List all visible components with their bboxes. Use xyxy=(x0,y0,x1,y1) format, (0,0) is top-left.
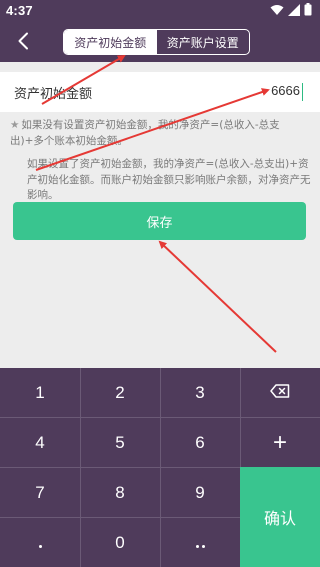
key-6[interactable]: 6 xyxy=(160,418,240,467)
key-0[interactable]: 0 xyxy=(80,518,160,567)
battery-icon xyxy=(304,3,312,16)
tab-account-settings[interactable]: 资产账户设置 xyxy=(157,30,250,54)
key-5[interactable]: 5 xyxy=(80,418,160,467)
star-icon: ★ xyxy=(10,119,20,131)
key-1[interactable]: 1 xyxy=(0,368,80,417)
plus-button[interactable]: + xyxy=(240,418,320,467)
dot-icon xyxy=(38,545,42,548)
wifi-icon xyxy=(270,4,284,16)
key-7[interactable]: 7 xyxy=(0,468,80,517)
status-icons xyxy=(270,3,312,16)
help-note-2: 如果设置了资产初始金额，我的净资产=(总收入-总支出)+资产初始化金额。而账户初… xyxy=(27,158,311,201)
back-arrow-icon xyxy=(17,32,29,54)
tab-initial-amount[interactable]: 资产初始金额 xyxy=(64,30,157,54)
backspace-button[interactable] xyxy=(240,368,320,417)
help-note-1-text: 如果没有设置资产初始金额，我的净资产=(总收入-总支出)+多个账本初始金额。 xyxy=(10,119,280,147)
dot-button[interactable] xyxy=(0,518,80,567)
help-note-1: ★ 如果没有设置资产初始金额，我的净资产=(总收入-总支出)+多个账本初始金额。 xyxy=(10,118,310,149)
save-button[interactable]: 保存 xyxy=(13,202,306,240)
status-time: 4:37 xyxy=(6,3,33,18)
key-8[interactable]: 8 xyxy=(80,468,160,517)
status-bar: 4:37 xyxy=(0,0,320,22)
top-bar: 4:37 资产初始金额 资产账户设置 xyxy=(0,0,320,62)
confirm-button[interactable]: 确认 xyxy=(240,467,320,567)
double-zero-icon xyxy=(195,545,205,548)
initial-amount-label: 资产初始金额 xyxy=(14,87,93,102)
key-9[interactable]: 9 xyxy=(160,468,240,517)
zeros-button[interactable] xyxy=(160,518,240,567)
arrow-to-save xyxy=(158,240,277,353)
initial-amount-row[interactable]: 资产初始金额 6666 xyxy=(0,72,320,112)
key-4[interactable]: 4 xyxy=(0,418,80,467)
number-keypad: 1 2 3 4 5 6 + 7 8 9 0 确认 xyxy=(0,368,320,567)
back-button[interactable] xyxy=(10,30,36,56)
text-cursor xyxy=(301,83,303,101)
signal-icon xyxy=(288,3,300,16)
key-3[interactable]: 3 xyxy=(160,368,240,417)
backspace-icon xyxy=(270,383,290,403)
segmented-tabs: 资产初始金额 资产账户设置 xyxy=(63,29,250,55)
initial-amount-input[interactable]: 6666 xyxy=(271,83,300,98)
key-2[interactable]: 2 xyxy=(80,368,160,417)
